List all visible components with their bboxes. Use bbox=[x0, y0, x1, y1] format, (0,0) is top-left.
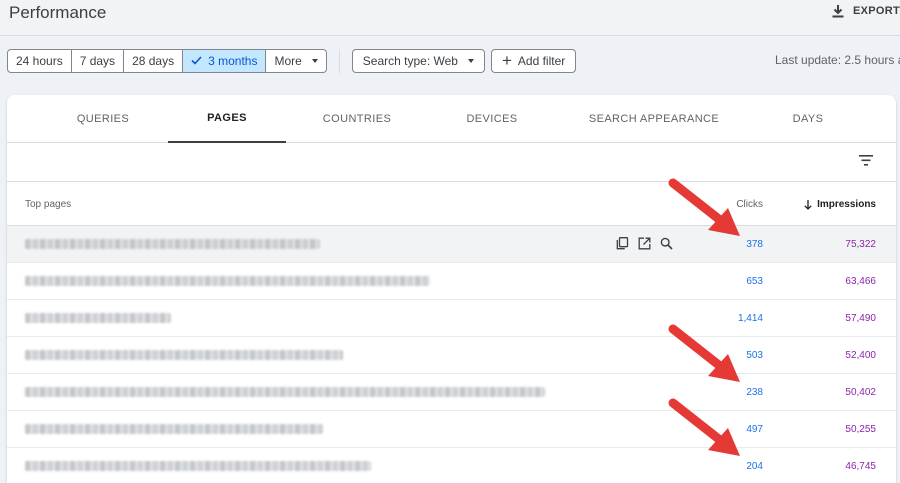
impressions-value: 52,400 bbox=[845, 350, 876, 361]
search-type-dropdown[interactable]: Search type: Web bbox=[351, 48, 485, 73]
column-header-clicks[interactable]: Clicks bbox=[736, 199, 763, 210]
redacted-page-url bbox=[25, 461, 371, 471]
clicks-value: 378 bbox=[746, 239, 763, 250]
column-header-top-pages: Top pages bbox=[25, 199, 72, 210]
dimension-tabs: QUERIES PAGES COUNTRIES DEVICES SEARCH A… bbox=[7, 95, 896, 143]
add-filter-button[interactable]: + Add filter bbox=[490, 48, 577, 73]
search-icon[interactable] bbox=[660, 237, 673, 250]
redacted-page-url bbox=[25, 350, 343, 360]
plus-icon: + bbox=[501, 51, 512, 70]
tab-days[interactable]: DAYS bbox=[748, 95, 868, 143]
impressions-value: 57,490 bbox=[845, 313, 876, 324]
column-header-impressions[interactable]: Impressions bbox=[804, 199, 876, 210]
clicks-value: 238 bbox=[746, 387, 763, 398]
sort-down-arrow-icon bbox=[804, 199, 812, 210]
filter-bar: 24 hours 7 days 28 days 3 months More Se… bbox=[7, 48, 577, 73]
redacted-page-url bbox=[25, 239, 320, 249]
tab-pages[interactable]: PAGES bbox=[168, 95, 286, 143]
date-option-label: 3 months bbox=[208, 53, 258, 68]
results-card: QUERIES PAGES COUNTRIES DEVICES SEARCH A… bbox=[7, 95, 896, 483]
date-option-28-days[interactable]: 28 days bbox=[124, 49, 184, 72]
dropdown-caret-icon bbox=[467, 58, 474, 63]
open-in-new-icon[interactable] bbox=[638, 237, 651, 250]
impressions-value: 46,745 bbox=[845, 461, 876, 472]
table-toolbar bbox=[7, 144, 896, 182]
tab-devices[interactable]: DEVICES bbox=[432, 95, 552, 143]
export-button[interactable]: EXPORT bbox=[831, 4, 900, 18]
search-type-label: Search type: Web bbox=[362, 53, 458, 68]
clicks-value: 497 bbox=[746, 424, 763, 435]
table-row[interactable]: 378 75,322 bbox=[7, 226, 896, 263]
add-filter-label: Add filter bbox=[517, 53, 566, 68]
impressions-label: Impressions bbox=[817, 199, 876, 210]
export-label: EXPORT bbox=[852, 5, 900, 17]
table-row[interactable]: 238 50,402 bbox=[7, 374, 896, 411]
more-label: More bbox=[274, 53, 302, 68]
impressions-value: 63,466 bbox=[845, 276, 876, 287]
impressions-value: 75,322 bbox=[845, 239, 876, 250]
check-icon bbox=[191, 56, 202, 65]
download-icon bbox=[832, 5, 844, 18]
table-row[interactable]: 653 63,466 bbox=[7, 263, 896, 300]
table-row[interactable]: 1,414 57,490 bbox=[7, 300, 896, 337]
date-option-7-days[interactable]: 7 days bbox=[72, 49, 125, 72]
tab-countries[interactable]: COUNTRIES bbox=[297, 95, 417, 143]
tab-search-appearance[interactable]: SEARCH APPEARANCE bbox=[579, 95, 729, 143]
clicks-value: 204 bbox=[746, 461, 763, 472]
copy-icon[interactable] bbox=[616, 237, 629, 250]
table-row[interactable]: 503 52,400 bbox=[7, 337, 896, 374]
clicks-value: 1,414 bbox=[737, 313, 763, 324]
redacted-page-url bbox=[25, 276, 430, 286]
clicks-value: 503 bbox=[746, 350, 763, 361]
dropdown-caret-icon bbox=[311, 58, 318, 63]
table-header: Top pages Clicks Impressions bbox=[7, 183, 896, 226]
divider bbox=[338, 48, 340, 73]
redacted-page-url bbox=[25, 424, 323, 434]
impressions-value: 50,402 bbox=[845, 387, 876, 398]
filter-lines-icon[interactable] bbox=[859, 155, 873, 166]
header-bar: Performance EXPORT bbox=[0, 0, 900, 36]
tab-queries[interactable]: QUERIES bbox=[43, 95, 163, 143]
date-option-24-hours[interactable]: 24 hours bbox=[8, 49, 72, 72]
redacted-page-url bbox=[25, 313, 171, 323]
redacted-page-url bbox=[25, 387, 545, 397]
date-option-more[interactable]: More bbox=[266, 50, 325, 72]
impressions-value: 50,255 bbox=[845, 424, 876, 435]
table-row[interactable]: 497 50,255 bbox=[7, 411, 896, 448]
table-row[interactable]: 204 46,745 bbox=[7, 448, 896, 483]
last-update-text: Last update: 2.5 hours ag bbox=[775, 53, 900, 67]
page-title: Performance bbox=[9, 3, 107, 22]
clicks-value: 653 bbox=[746, 276, 763, 287]
row-actions bbox=[616, 237, 673, 250]
date-range-selector: 24 hours 7 days 28 days 3 months More bbox=[7, 48, 327, 73]
date-option-3-months[interactable]: 3 months bbox=[183, 49, 267, 72]
